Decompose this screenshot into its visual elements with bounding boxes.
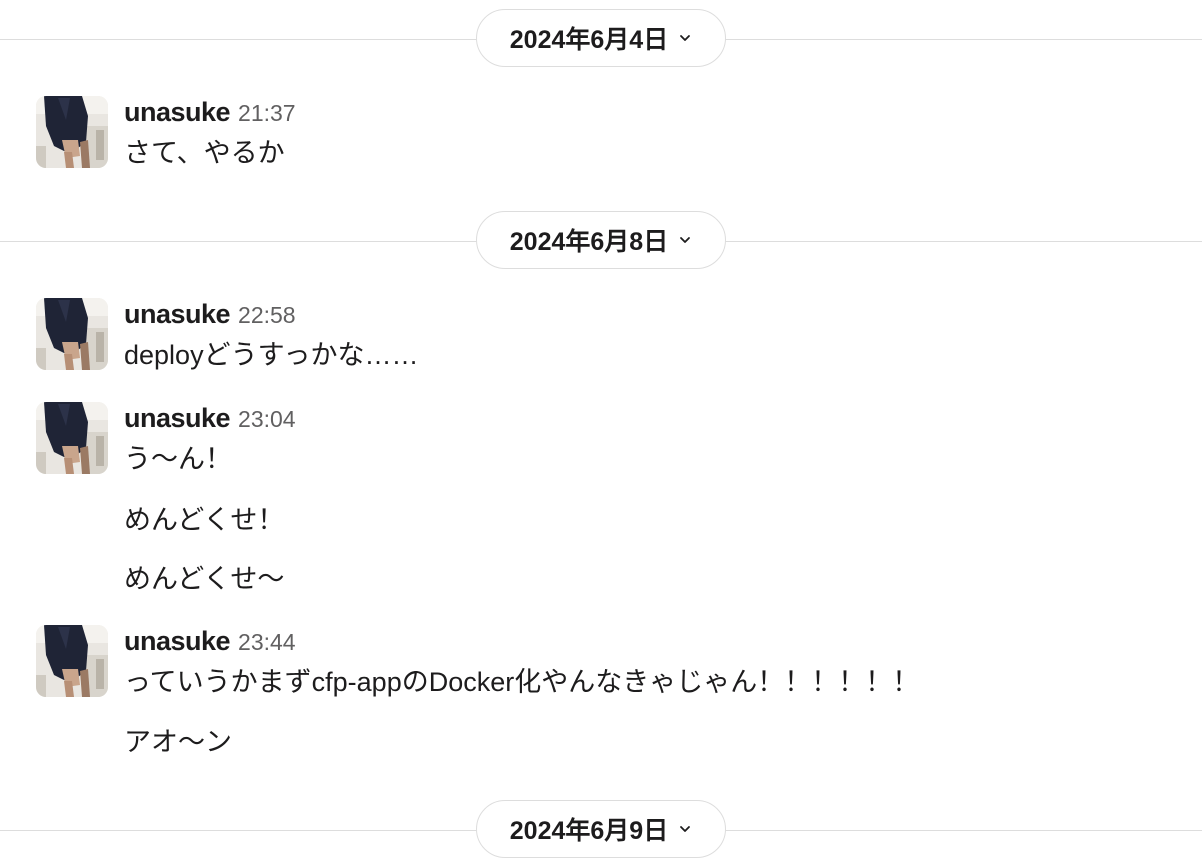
date-label: 2024年6月8日 xyxy=(509,228,669,256)
message-header: unasuke 22:58 xyxy=(124,298,296,330)
avatar[interactable] xyxy=(36,625,108,697)
author-name[interactable]: unasuke xyxy=(124,299,231,329)
avatar[interactable] xyxy=(36,96,108,168)
avatar[interactable] xyxy=(36,298,108,370)
message-text: めんどくせ！ xyxy=(124,505,285,535)
chevron-down-icon xyxy=(680,826,691,832)
message-text: めんどくせ〜 xyxy=(124,564,285,594)
message-header: unasuke 23:44 xyxy=(124,625,296,657)
message-text: アオ〜ン xyxy=(124,727,232,757)
timestamp[interactable]: 22:58 xyxy=(238,302,296,328)
author-name[interactable]: unasuke xyxy=(124,403,231,433)
message-text: っていうかまずcfp-appのDocker化やんなきゃじゃん！！！！！！ xyxy=(124,667,920,697)
date-jump-button[interactable]: 2024年6月8日 xyxy=(476,211,726,269)
author-name[interactable]: unasuke xyxy=(124,97,231,127)
message-text: う〜ん！ xyxy=(124,444,232,474)
author-name[interactable]: unasuke xyxy=(124,626,231,656)
timestamp[interactable]: 23:04 xyxy=(238,406,296,432)
chevron-down-icon xyxy=(680,35,691,41)
date-jump-button[interactable]: 2024年6月4日 xyxy=(476,9,726,67)
message-header: unasuke 23:04 xyxy=(124,402,296,434)
date-jump-button[interactable]: 2024年6月9日 xyxy=(476,800,726,858)
chevron-down-icon xyxy=(680,237,691,243)
date-label: 2024年6月4日 xyxy=(509,26,669,54)
timestamp[interactable]: 23:44 xyxy=(238,629,296,655)
message-header: unasuke 21:37 xyxy=(124,96,296,128)
message-text: deployどうすっかな…… xyxy=(124,340,419,370)
timestamp[interactable]: 21:37 xyxy=(238,100,296,126)
avatar[interactable] xyxy=(36,402,108,474)
date-label: 2024年6月9日 xyxy=(509,817,669,845)
message-text: さて、やるか xyxy=(124,138,285,168)
